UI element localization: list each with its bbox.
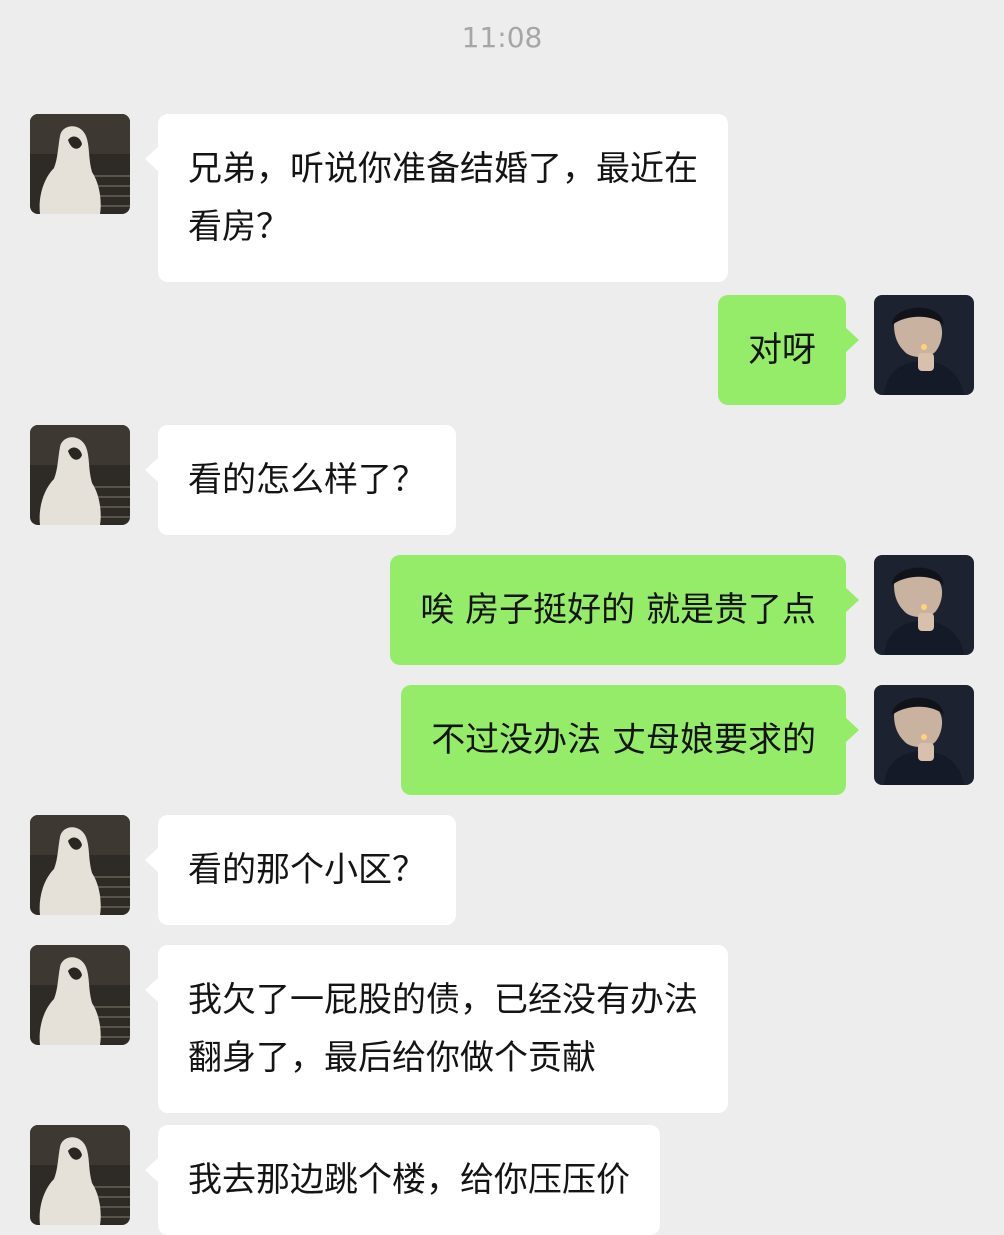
hooded-figure-avatar-icon [30,945,130,1045]
message-text: 兄弟，听说你准备结婚了，最近在 [188,149,698,189]
contact-avatar[interactable] [30,815,130,915]
message-timestamp: 11:08 [461,21,543,54]
contact-avatar[interactable] [30,114,130,214]
message-text: 对呀 [748,330,816,370]
hooded-figure-avatar-icon [30,425,130,525]
message-text: 看的怎么样了？ [188,460,426,500]
man-lighting-cigarette-avatar-icon [874,295,974,395]
message-bubble-incoming[interactable]: 兄弟，听说你准备结婚了，最近在 看房？ [145,114,728,282]
message-bubble-outgoing[interactable]: 不过没办法 丈母娘要求的 [401,685,859,795]
hooded-figure-avatar-icon [30,114,130,214]
message-text: 看的那个小区？ [188,850,426,890]
message-text: 我欠了一屁股的债，已经没有办法 [188,980,698,1020]
message-text: 看房？ [188,207,290,247]
message-bubble-incoming[interactable]: 我去那边跳个楼，给你压压价 [145,1125,660,1235]
user-avatar[interactable] [874,295,974,395]
message-bubble-incoming[interactable]: 看的那个小区？ [145,815,456,925]
message-bubble-incoming[interactable]: 看的怎么样了？ [145,425,456,535]
user-avatar[interactable] [874,555,974,655]
message-text: 我去那边跳个楼，给你压压价 [188,1160,630,1200]
contact-avatar[interactable] [30,945,130,1045]
user-avatar[interactable] [874,685,974,785]
message-bubble-incoming[interactable]: 我欠了一屁股的债，已经没有办法 翻身了，最后给你做个贡献 [145,945,728,1113]
message-text: 翻身了，最后给你做个贡献 [188,1038,596,1078]
man-lighting-cigarette-avatar-icon [874,555,974,655]
chat-area: 11:08 兄弟，听说你准备结婚了，最近在 看房？ 对呀 看的怎么样了？ 唉 房… [0,0,1004,1235]
message-text: 唉 房子挺好的 就是贵了点 [420,590,816,630]
contact-avatar[interactable] [30,1125,130,1225]
message-text: 不过没办法 丈母娘要求的 [431,720,816,760]
message-bubble-outgoing[interactable]: 唉 房子挺好的 就是贵了点 [390,555,859,665]
message-bubble-outgoing[interactable]: 对呀 [718,295,859,405]
hooded-figure-avatar-icon [30,815,130,915]
hooded-figure-avatar-icon [30,1125,130,1225]
contact-avatar[interactable] [30,425,130,525]
man-lighting-cigarette-avatar-icon [874,685,974,785]
